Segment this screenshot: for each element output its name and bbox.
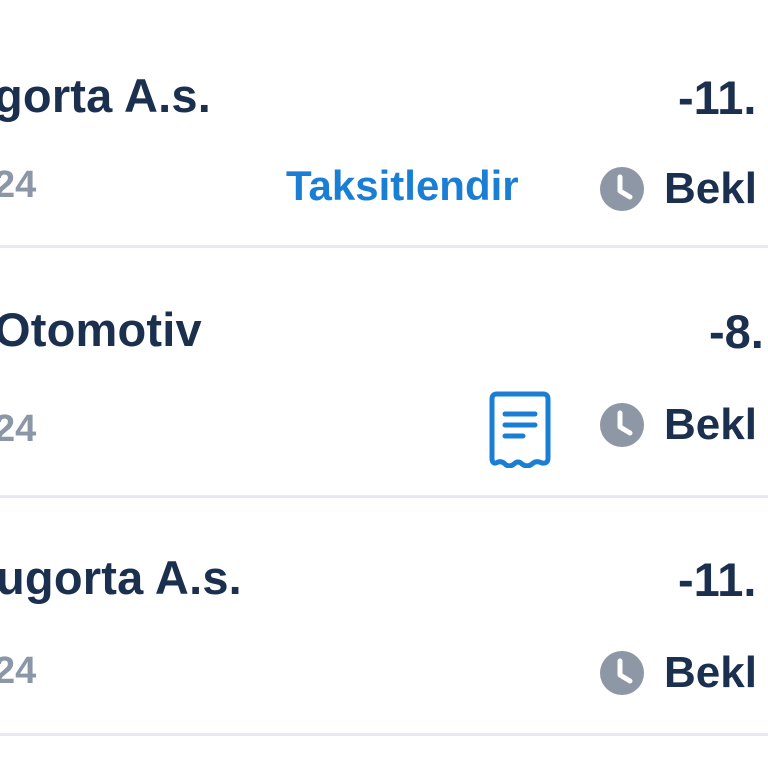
transaction-list: gorta A.s. -11. 24 Taksitlendir Bekl Oto… bbox=[0, 0, 768, 768]
installment-link[interactable]: Taksitlendir bbox=[286, 162, 519, 210]
transaction-row[interactable]: Otomotiv -8. 24 Bekl bbox=[0, 248, 768, 495]
transaction-date: 24 bbox=[0, 408, 37, 450]
status-label: Bekl bbox=[664, 648, 757, 697]
transaction-row[interactable]: ugorta A.s. -11. 24 Bekl bbox=[0, 498, 768, 733]
status-label: Bekl bbox=[664, 400, 757, 449]
transaction-amount: -8. bbox=[709, 305, 764, 358]
status-pending: Bekl bbox=[600, 400, 757, 450]
transaction-date: 24 bbox=[0, 164, 37, 206]
transaction-date: 24 bbox=[0, 650, 37, 692]
status-pending: Bekl bbox=[600, 164, 757, 214]
status-label: Bekl bbox=[664, 164, 757, 213]
clock-icon bbox=[600, 167, 644, 211]
status-pending: Bekl bbox=[600, 648, 757, 698]
transaction-amount: -11. bbox=[678, 71, 757, 124]
row-divider bbox=[0, 733, 768, 736]
clock-icon bbox=[600, 651, 644, 695]
merchant-name: Otomotiv bbox=[0, 303, 202, 356]
clock-icon bbox=[600, 403, 644, 447]
receipt-icon bbox=[489, 391, 551, 468]
merchant-name: ugorta A.s. bbox=[0, 551, 242, 604]
transaction-amount: -11. bbox=[678, 553, 757, 606]
receipt-button[interactable] bbox=[486, 390, 554, 468]
transaction-row[interactable]: gorta A.s. -11. 24 Taksitlendir Bekl bbox=[0, 0, 768, 245]
merchant-name: gorta A.s. bbox=[0, 69, 212, 122]
